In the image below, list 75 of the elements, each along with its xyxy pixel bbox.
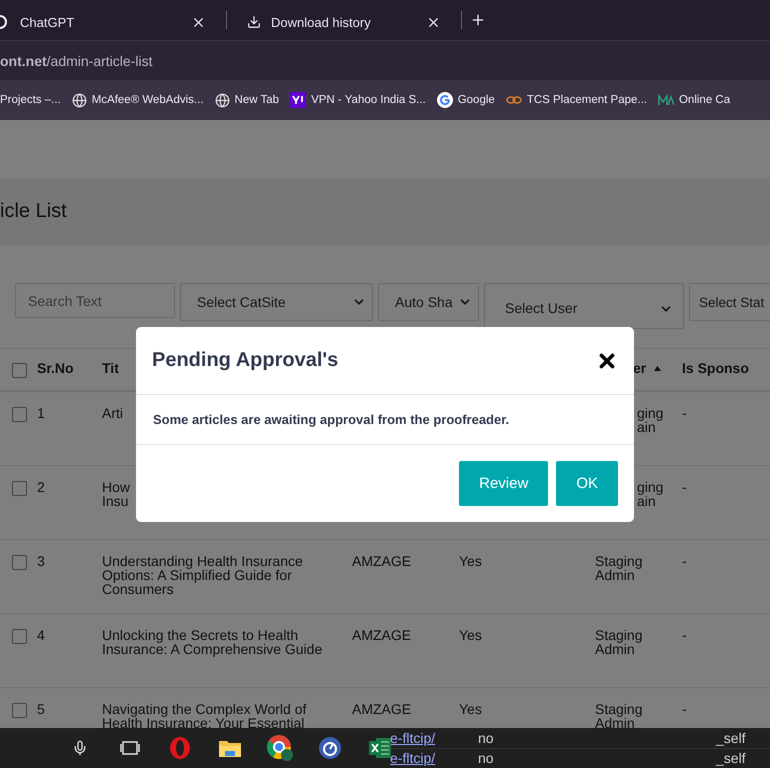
link-icon bbox=[506, 95, 522, 105]
column-header[interactable]: Tit bbox=[102, 361, 119, 375]
select-field[interactable]: Select CatSite bbox=[180, 283, 373, 321]
task-view-icon[interactable] bbox=[120, 740, 140, 756]
microphone-icon[interactable] bbox=[72, 740, 88, 756]
select-field[interactable]: Select Stat bbox=[689, 283, 770, 321]
table-cell-text: Staging Admin bbox=[595, 702, 644, 730]
table-cell: Yes bbox=[459, 554, 482, 568]
table-cell: no bbox=[478, 730, 494, 746]
bookmark-link[interactable]: VPN - Yahoo India S... bbox=[311, 94, 426, 106]
row-checkbox[interactable] bbox=[12, 703, 27, 718]
table-cell: 5 bbox=[37, 702, 45, 716]
table-cell: _self bbox=[716, 750, 746, 766]
table-cell: Yes bbox=[459, 702, 482, 716]
table-cell: Arti bbox=[102, 406, 123, 420]
bookmark-link[interactable]: Projects –... bbox=[0, 94, 61, 106]
globe-icon bbox=[72, 92, 87, 108]
table-cell: - bbox=[682, 702, 687, 716]
bookmark-link[interactable]: McAfee® WebAdvis... bbox=[92, 94, 204, 106]
page-title: icle List bbox=[0, 200, 67, 223]
table-cell-text: Understanding Health Insurance Options: A Simplified Guide for Consumers bbox=[102, 554, 304, 596]
table-cell: - bbox=[682, 480, 687, 494]
column-header[interactable]: er bbox=[633, 361, 646, 375]
browser-tab[interactable]: Download history bbox=[235, 6, 453, 38]
table-cell: - bbox=[682, 628, 687, 642]
link[interactable]: e-fltcip/ bbox=[390, 750, 436, 766]
table-cell: no bbox=[478, 750, 494, 766]
table-cell: AMZAGE bbox=[352, 628, 412, 642]
bookmark-link[interactable]: New Tab bbox=[234, 94, 280, 106]
row-checkbox[interactable] bbox=[12, 629, 27, 644]
search-field[interactable]: Search Text bbox=[15, 283, 175, 318]
row-checkbox[interactable] bbox=[12, 555, 27, 570]
logo-icon bbox=[0, 15, 10, 29]
select-field[interactable]: Auto Sha bbox=[378, 283, 479, 321]
table-cell: 1 bbox=[37, 406, 45, 420]
logo-icon bbox=[436, 92, 453, 108]
table-cell: AMZAGE bbox=[352, 702, 412, 716]
checkbox[interactable] bbox=[12, 363, 27, 378]
dialog-message: Some articles are awaiting approval from the proofreader. bbox=[153, 412, 510, 427]
table-cell: _self bbox=[716, 730, 746, 746]
bookmark-link[interactable]: TCS Placement Pape... bbox=[526, 94, 647, 106]
logo-icon bbox=[658, 94, 674, 106]
app-icon[interactable] bbox=[318, 736, 342, 760]
globe-icon bbox=[214, 92, 230, 108]
bookmark-link[interactable]: Google bbox=[458, 94, 495, 106]
table-cell: - bbox=[682, 406, 687, 420]
table-cell: ging ain bbox=[637, 480, 664, 508]
address-field[interactable]: ont.net/admin-article-list bbox=[0, 52, 152, 68]
dialog-title: Pending Approval's bbox=[152, 349, 338, 372]
sort-icon[interactable] bbox=[654, 366, 662, 371]
browser-tab[interactable]: ChatGPT bbox=[0, 6, 218, 38]
download-icon bbox=[247, 15, 261, 29]
table-cell: ging ain bbox=[637, 406, 664, 434]
table-cell-text: Unlocking the Secrets to Health Insurance: A Comprehensive Guide bbox=[102, 628, 324, 656]
spreadsheet-icon[interactable] bbox=[368, 737, 392, 759]
table-cell: How Insu bbox=[102, 480, 130, 508]
table-cell: AMZAGE bbox=[352, 554, 412, 568]
logo-icon bbox=[290, 92, 306, 108]
column-header[interactable]: Is Sponso bbox=[682, 361, 749, 375]
table-cell-text: Staging Admin bbox=[595, 628, 644, 656]
folder-icon[interactable] bbox=[218, 738, 242, 758]
row-checkbox[interactable] bbox=[12, 481, 27, 496]
column-header[interactable]: Sr.No bbox=[37, 361, 74, 375]
browser-icon[interactable] bbox=[266, 734, 294, 762]
table-cell-text: Staging Admin bbox=[595, 554, 644, 582]
table-cell-text: Navigating the Complex World of Health Insurance: Your Essential bbox=[102, 702, 308, 730]
table-cell: 4 bbox=[37, 628, 45, 642]
table-cell: - bbox=[682, 554, 687, 568]
bookmark-link[interactable]: Online Ca bbox=[678, 94, 730, 106]
table-cell: 3 bbox=[37, 554, 45, 568]
table-cell: 2 bbox=[37, 480, 45, 494]
row-checkbox[interactable] bbox=[12, 407, 27, 422]
link[interactable]: e-fltcip/ bbox=[390, 730, 436, 746]
new-tab-icon[interactable] bbox=[470, 12, 486, 28]
table-cell: Yes bbox=[459, 628, 482, 642]
